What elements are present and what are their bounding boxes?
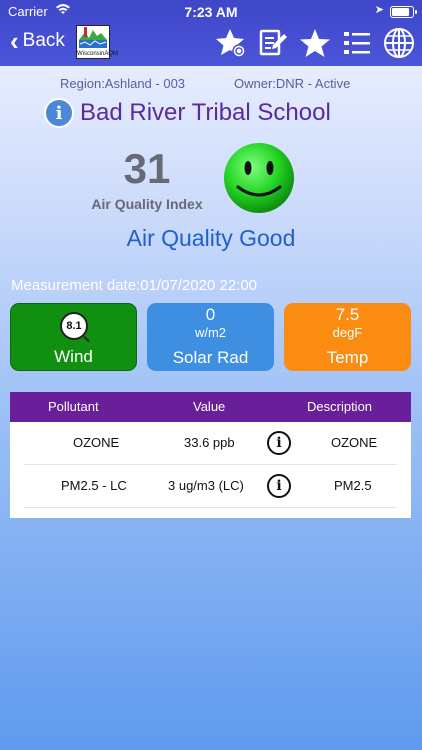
owner-label: Owner:DNR - Active — [234, 76, 351, 91]
globe-icon[interactable] — [382, 26, 416, 60]
station-header: i Bad River Tribal School — [44, 98, 331, 128]
clock: 7:23 AM — [184, 4, 238, 20]
star-icon[interactable] — [298, 26, 332, 60]
aqi-description-text: Air Quality Good — [126, 225, 296, 251]
aqi-description: Air Quality Good — [0, 225, 422, 252]
row-description: PM2.5 — [334, 478, 372, 493]
list-icon[interactable] — [340, 26, 374, 60]
wind-tile[interactable]: 8.1 Wind — [10, 303, 137, 371]
row-value: 33.6 ppb — [184, 435, 235, 450]
app-logo: WisconsinAQM — [76, 25, 119, 59]
weather-tiles: 8.1 Wind 0 w/m2 Solar Rad 7.5 degF Temp — [10, 303, 411, 371]
smiley-face-icon — [222, 141, 296, 215]
app-logo-graphic — [79, 27, 107, 48]
status-bar: Carrier 7:23 AM ➤ — [0, 3, 422, 21]
chevron-left-icon: ‹ — [10, 26, 19, 56]
solar-rad-label: Solar Rad — [172, 348, 249, 367]
measurement-date: Measurement date:01/07/2020 22:00 — [11, 277, 258, 294]
pollutant-table: Pollutant Value Description OZONE 33.6 p… — [10, 392, 411, 518]
app-logo-text: WisconsinAQM — [77, 51, 119, 57]
temp-label: Temp — [326, 348, 369, 367]
row-info-icon[interactable]: i — [267, 431, 291, 455]
star-sync-icon[interactable] — [214, 26, 248, 60]
wind-speed-badge: 8.1 — [60, 312, 88, 340]
region-label: Region:Ashland - 003 — [60, 76, 186, 91]
temp-value: 7.5 — [335, 305, 360, 324]
row-info-icon[interactable]: i — [267, 474, 291, 498]
header-description: Description — [307, 399, 373, 414]
row-pollutant: PM2.5 - LC — [61, 478, 127, 493]
row-value: 3 ug/m3 (LC) — [168, 478, 244, 493]
edit-note-icon[interactable] — [256, 26, 290, 60]
temp-tile[interactable]: 7.5 degF Temp — [284, 303, 411, 371]
table-row[interactable]: PM2.5 - LC 3 ug/m3 (LC) i PM2.5 — [24, 465, 397, 508]
table-footer — [10, 508, 411, 518]
row-description: OZONE — [331, 435, 378, 450]
location-arrow-icon: ➤ — [374, 4, 384, 16]
solar-rad-value: 0 — [205, 305, 216, 324]
aqi-value: 31 — [123, 145, 171, 192]
header-value: Value — [193, 399, 226, 414]
solar-rad-unit: w/m2 — [194, 325, 227, 340]
row-pollutant: OZONE — [73, 435, 120, 450]
table-row[interactable]: OZONE 33.6 ppb i OZONE — [24, 422, 397, 465]
solar-rad-tile[interactable]: 0 w/m2 Solar Rad — [147, 303, 274, 371]
aqi-label: Air Quality Index — [91, 196, 203, 212]
battery-icon — [390, 6, 417, 18]
toolbar — [214, 26, 416, 60]
back-label: Back — [22, 30, 65, 51]
header-pollutant: Pollutant — [48, 399, 99, 414]
station-name: Bad River Tribal School — [80, 99, 331, 126]
wind-tile-label: Wind — [54, 347, 93, 366]
temp-unit: degF — [332, 325, 363, 340]
table-header: Pollutant Value Description — [10, 392, 411, 422]
back-button[interactable]: ‹ Back — [10, 26, 65, 56]
top-bar: Carrier 7:23 AM ➤ ‹ Back WisconsinAQM — [0, 0, 422, 66]
wind-speed-value: 8.1 — [66, 320, 82, 332]
station-info-icon[interactable]: i — [44, 98, 74, 128]
